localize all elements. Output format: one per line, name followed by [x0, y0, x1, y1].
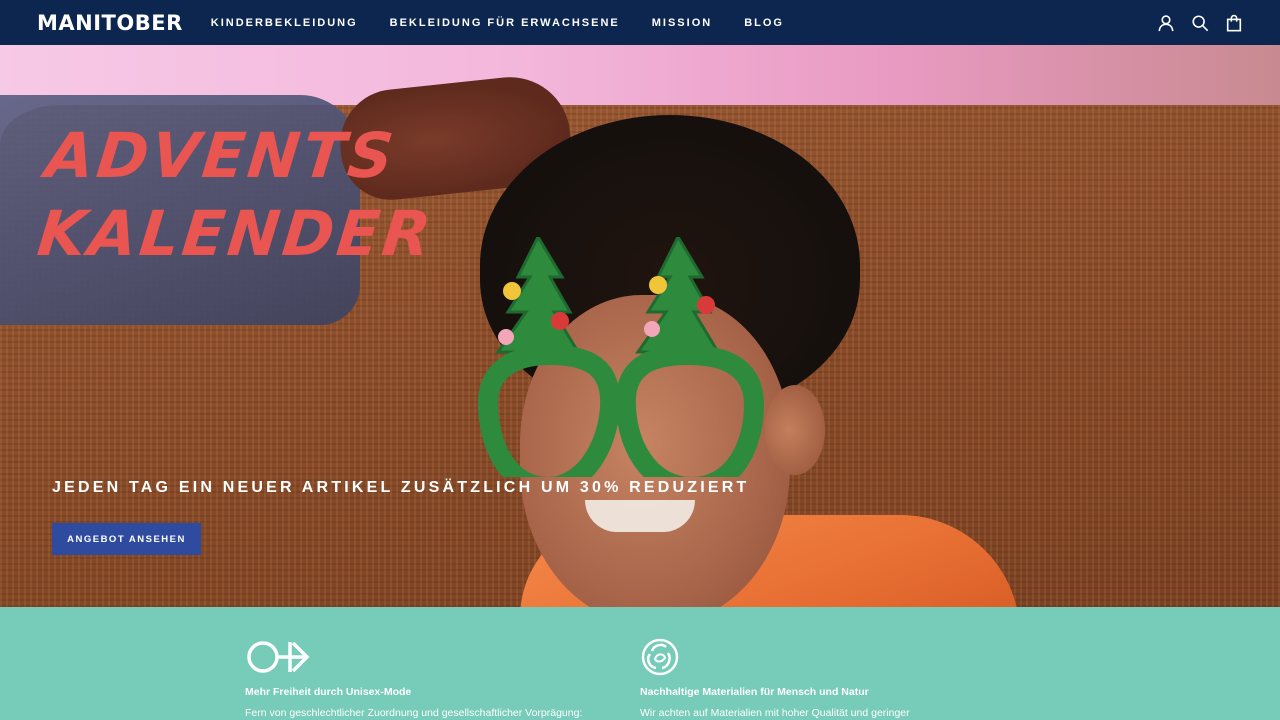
shopping-bag-icon[interactable]	[1225, 14, 1243, 32]
hero-title-line-2: Kalender	[34, 197, 438, 270]
hero-banner: Advents Kalender JEDEN TAG EIN NEUER ART…	[0, 45, 1280, 607]
christmas-tree-glasses	[478, 237, 765, 477]
view-offer-button[interactable]: ANGEBOT ANSEHEN	[52, 523, 201, 555]
feature-text: Fern von geschlechtlicher Zuordnung und …	[245, 707, 583, 719]
brand-logo[interactable]: MANITOBER	[37, 11, 183, 35]
feature-title: Nachhaltige Materialien für Mensch und N…	[640, 686, 869, 698]
feature-unisex: Mehr Freiheit durch Unisex-Mode Fern von…	[245, 607, 605, 719]
nav-item-blog[interactable]: BLOG	[744, 17, 784, 29]
header-actions	[1157, 14, 1243, 32]
nav-item-erwachsene[interactable]: BEKLEIDUNG FÜR ERWACHSENE	[390, 17, 620, 29]
account-icon[interactable]	[1157, 14, 1175, 32]
feature-sustainable: Nachhaltige Materialien für Mensch und N…	[640, 607, 1000, 719]
recycle-leaf-icon	[641, 638, 679, 676]
hero-title-line-1: Advents	[42, 119, 400, 192]
unisex-icon	[247, 641, 310, 673]
site-header: MANITOBER KINDERBEKLEIDUNG BEKLEIDUNG FÜ…	[0, 0, 1280, 45]
nav-item-kinderbekleidung[interactable]: KINDERBEKLEIDUNG	[211, 17, 358, 29]
feature-title: Mehr Freiheit durch Unisex-Mode	[245, 686, 412, 698]
nav-item-mission[interactable]: MISSION	[652, 17, 712, 29]
feature-text: Wir achten auf Materialien mit hoher Qua…	[640, 707, 910, 719]
hero-smile	[585, 500, 695, 532]
hero-subtitle: JEDEN TAG EIN NEUER ARTIKEL ZUSÄTZLICH U…	[52, 479, 750, 496]
features-section: Mehr Freiheit durch Unisex-Mode Fern von…	[0, 607, 1280, 720]
main-nav: KINDERBEKLEIDUNG BEKLEIDUNG FÜR ERWACHSE…	[211, 17, 784, 29]
search-icon[interactable]	[1191, 14, 1209, 32]
hero-title: Advents Kalender	[34, 117, 470, 273]
